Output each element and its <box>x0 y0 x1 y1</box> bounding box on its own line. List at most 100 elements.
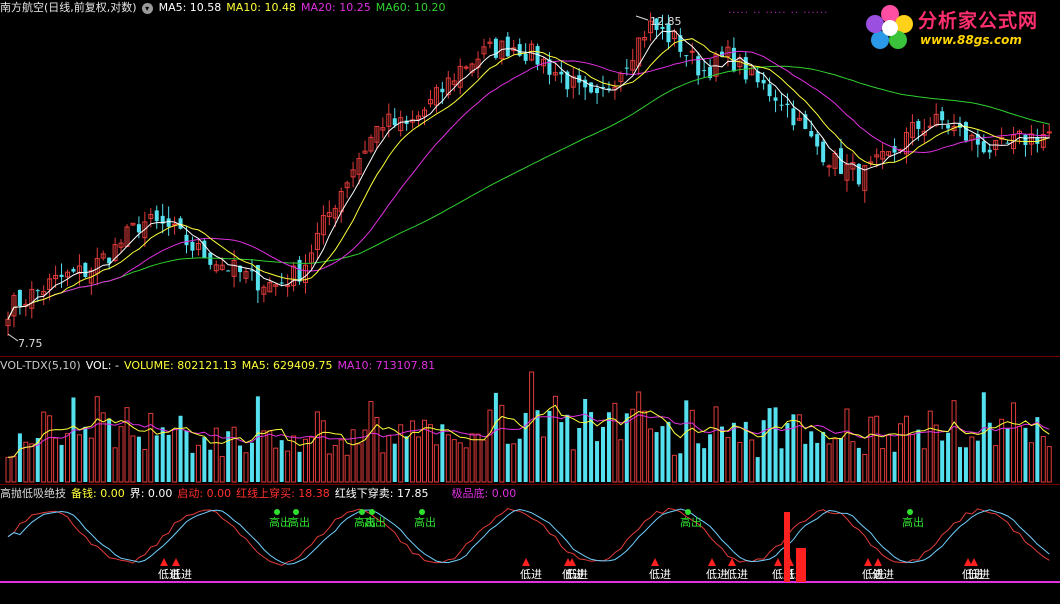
buy-arrow-icon <box>522 558 530 566</box>
volume-bar-down <box>583 398 588 482</box>
sell-dot-icon <box>419 509 425 515</box>
volume-bar-up <box>993 445 999 483</box>
volume-bar-up <box>368 401 374 483</box>
volume-bar-up <box>529 371 535 483</box>
sell-dot-icon <box>907 509 913 515</box>
volume-bar-up <box>380 452 386 483</box>
volume-bar-down <box>184 430 189 482</box>
volume-bar-up <box>618 439 624 483</box>
candle-body-down <box>83 262 88 278</box>
buy-signal-label: 低进 <box>520 568 542 581</box>
volume-ma10: MA10: 713107.81 <box>337 359 436 372</box>
volume-bar-up <box>344 454 350 483</box>
volume-bar-up <box>308 436 314 483</box>
buy-arrow-icon <box>651 558 659 566</box>
sell-signal-label: 高出 <box>414 515 436 529</box>
candle-body-down <box>166 218 171 227</box>
ma10-label: MA10: 10.48 <box>226 1 297 14</box>
volume-bar-down <box>958 447 962 482</box>
volume-bar-up <box>243 452 249 483</box>
volume-bar-down <box>547 410 552 482</box>
volume-bar-up <box>338 439 344 483</box>
candle-body-down <box>940 111 945 121</box>
settings-icon[interactable]: ▾ <box>141 3 153 14</box>
volume-bar-down <box>720 426 724 482</box>
volume-bar-up <box>124 407 130 483</box>
volume-bar-down <box>696 443 701 482</box>
candle-body-down <box>773 97 778 101</box>
volume-bar-up <box>195 444 201 483</box>
volume-bar-up <box>1046 446 1052 483</box>
stock-title: 南方航空(日线,前复权,对数) <box>0 1 137 14</box>
watermark-title: 分析家公式网 <box>918 10 1039 32</box>
sell-dot-icon <box>274 509 280 515</box>
volume-bar-up <box>142 449 148 483</box>
sell-signal-label: 高出 <box>364 515 386 529</box>
candle-body-down <box>946 124 951 129</box>
candle-body-down <box>17 289 22 306</box>
volume-bar-down <box>160 427 165 482</box>
candle-body-down <box>821 141 826 163</box>
volume-bar-down <box>678 453 683 482</box>
separator-volume-indicator <box>0 484 1060 485</box>
watermark-url: www.88gs.com <box>920 33 1022 47</box>
volume-bar-down <box>17 433 22 482</box>
buy-arrow-icon <box>774 558 782 566</box>
volume-bar-up <box>118 426 124 483</box>
volume-value: VOLUME: 802121.13 <box>123 359 237 372</box>
volume-bar-down <box>601 426 605 482</box>
sell-dot-icon <box>359 509 365 515</box>
volume-bar-up <box>868 416 874 483</box>
indicator-title: 高抛低吸绝技 <box>0 487 66 500</box>
volume-bar-up <box>903 415 909 483</box>
volume-bar-up <box>433 444 439 483</box>
volume-bar-up <box>921 448 927 483</box>
indicator-blue-line <box>7 508 1050 565</box>
volume-bar-down <box>666 421 671 482</box>
volume-bar-up <box>261 430 267 483</box>
watermark-logo: 分析家公式网 www.88gs.com <box>862 2 1058 52</box>
volume-bar-down <box>767 408 772 482</box>
volume-bar-up <box>445 434 451 483</box>
volume-bar-up <box>451 439 457 483</box>
candle-body-down <box>809 131 814 137</box>
volume-bar-down <box>565 414 570 482</box>
high-pointer <box>635 15 649 21</box>
volume-bar-up <box>285 450 291 483</box>
volume-bar-up <box>832 438 838 483</box>
candle-body-down <box>1005 142 1010 144</box>
volume-bar-up <box>933 424 939 483</box>
volume-bar-up <box>844 408 850 483</box>
ma5-label: MA5: 10.58 <box>158 1 222 14</box>
volume-bar-up <box>570 449 576 483</box>
volume-bar-up <box>303 438 308 483</box>
volume-bar-down <box>190 452 195 482</box>
low-pointer <box>7 333 19 342</box>
ma20-line <box>7 50 1050 320</box>
volume-bar-down <box>779 448 784 482</box>
candle-body-down <box>1023 134 1028 146</box>
volume-bar-up <box>291 435 297 483</box>
buy-arrow-icon <box>708 558 716 566</box>
volume-bar-up <box>689 409 695 483</box>
volume-bar-up <box>648 428 654 483</box>
buy-arrow-icon <box>160 558 168 566</box>
candle-body-down <box>523 53 528 61</box>
volume-bar-down <box>83 426 88 482</box>
candle-body-down <box>963 122 968 141</box>
jie-label: 界: 0.00 <box>129 487 173 500</box>
volume-bar-up <box>909 434 915 483</box>
volume-bar-up <box>88 437 94 483</box>
volume-bar-down <box>761 420 766 482</box>
buy-arrow-icon <box>970 558 978 566</box>
volume-bar-up <box>874 415 880 483</box>
volume-bar-down <box>595 441 600 482</box>
red-down-label: 红线下穿卖: 17.85 <box>334 487 429 500</box>
volume-bar-down <box>946 432 951 482</box>
volume-bar-down <box>755 457 760 482</box>
volume-bar-down <box>791 414 796 482</box>
high-price-label: 12.85 <box>650 15 682 28</box>
red-up-label: 红线上穿买: 18.38 <box>236 487 330 500</box>
volume-bar-down <box>238 445 243 482</box>
volume-bar-down <box>559 422 564 482</box>
